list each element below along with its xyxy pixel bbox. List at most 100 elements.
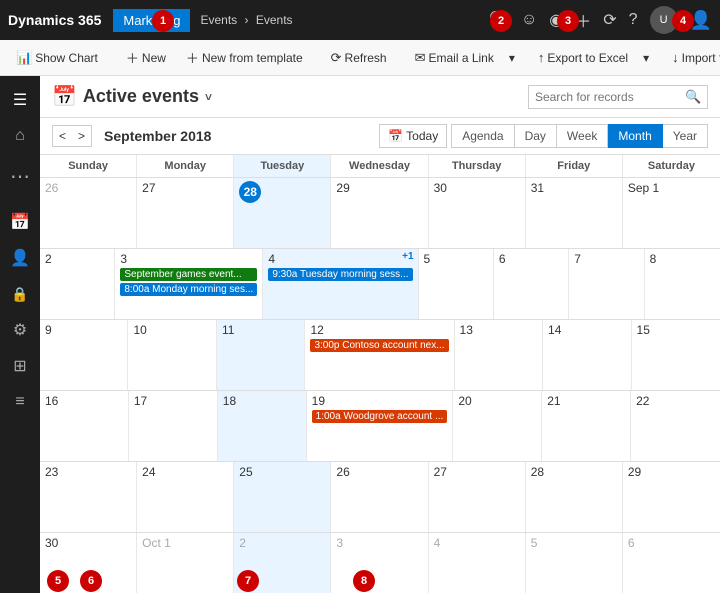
- nav-icons: 🔍 ☺ ◉ ＋ ⟳ ? U 👤: [489, 6, 712, 34]
- search-input[interactable]: [535, 90, 685, 104]
- cal-day-cell[interactable]: 27: [429, 462, 526, 532]
- cal-day-cell[interactable]: 24: [137, 462, 234, 532]
- col-sunday: Sunday: [40, 155, 137, 177]
- calendar-event[interactable]: 8:00a Monday morning ses...: [120, 283, 257, 296]
- import-excel-button[interactable]: ↓ Import from Excel: [664, 46, 720, 69]
- cal-week-row-4: 23242526272829: [40, 462, 720, 533]
- cal-day-cell[interactable]: 191:00a Woodgrove account ...: [307, 391, 454, 461]
- cal-day-cell[interactable]: 26: [331, 462, 428, 532]
- cal-day-cell[interactable]: 20: [453, 391, 542, 461]
- avatar[interactable]: U: [650, 6, 678, 34]
- cal-day-cell[interactable]: 3September games event...8:00a Monday mo…: [115, 249, 263, 319]
- calendar-event[interactable]: 3:00p Contoso account nex...: [310, 339, 448, 352]
- sync-icon[interactable]: ⟳: [603, 10, 616, 30]
- person-icon[interactable]: 👤: [690, 10, 712, 31]
- sidebar-grid[interactable]: ⊞: [4, 350, 36, 382]
- cal-day-cell[interactable]: 2: [234, 533, 331, 593]
- cal-day-number: 26: [45, 181, 131, 195]
- cal-day-number: 10: [133, 323, 210, 337]
- event-badge[interactable]: +1: [402, 251, 413, 262]
- new-button[interactable]: ＋ New: [118, 44, 174, 71]
- calendar-event[interactable]: 1:00a Woodgrove account ...: [312, 410, 448, 423]
- sidebar-lock[interactable]: 🔒: [4, 278, 36, 310]
- cal-day-cell[interactable]: 29: [331, 178, 428, 248]
- import-icon: ↓: [672, 50, 679, 65]
- cal-day-cell[interactable]: 6: [623, 533, 720, 593]
- cal-day-cell[interactable]: 21: [542, 391, 631, 461]
- cal-day-number: 29: [336, 181, 422, 195]
- cal-next-button[interactable]: >: [72, 126, 91, 146]
- view-dropdown-arrow[interactable]: ˅: [205, 90, 212, 104]
- smiley-icon[interactable]: ☺: [521, 11, 537, 29]
- refresh-button[interactable]: ⟳ Refresh: [323, 46, 395, 70]
- cal-day-cell[interactable]: 14: [543, 320, 631, 390]
- tab-year[interactable]: Year: [663, 124, 708, 148]
- sidebar-calendar[interactable]: 📅: [4, 206, 36, 238]
- module-button[interactable]: Marketing: [113, 9, 190, 32]
- export-excel-button[interactable]: ↑ Export to Excel: [530, 46, 636, 69]
- cal-day-cell[interactable]: 6: [494, 249, 569, 319]
- cal-day-cell[interactable]: 5: [526, 533, 623, 593]
- search-icon[interactable]: 🔍: [685, 89, 701, 105]
- cal-day-cell[interactable]: 10: [128, 320, 216, 390]
- cal-day-cell[interactable]: 2: [40, 249, 115, 319]
- cal-day-cell[interactable]: 16: [40, 391, 129, 461]
- calendar-event[interactable]: 9:30a Tuesday morning sess...: [268, 268, 412, 281]
- tab-month[interactable]: Month: [608, 124, 662, 148]
- location-icon[interactable]: ◉: [549, 10, 563, 30]
- email-link-button[interactable]: ✉ Email a Link: [407, 46, 502, 70]
- cal-day-cell[interactable]: 28: [234, 178, 331, 248]
- plus-nav-icon[interactable]: ＋: [575, 8, 591, 32]
- cal-day-cell[interactable]: 27: [137, 178, 234, 248]
- sidebar-dots[interactable]: ⋯: [4, 160, 36, 192]
- cal-day-cell[interactable]: 29: [623, 462, 720, 532]
- cal-day-cell[interactable]: 3: [331, 533, 428, 593]
- sidebar-settings[interactable]: ⚙: [4, 314, 36, 346]
- cal-day-cell[interactable]: 22: [631, 391, 720, 461]
- cal-day-cell[interactable]: 25: [234, 462, 331, 532]
- cal-week-row-0: 26 2728 29 3031 Sep 1: [40, 178, 720, 249]
- cal-day-number: 18: [223, 394, 301, 408]
- cal-day-cell[interactable]: 18: [218, 391, 307, 461]
- cal-day-cell[interactable]: 4+1 9:30a Tuesday morning sess...: [263, 249, 418, 319]
- cal-day-cell[interactable]: 26: [40, 178, 137, 248]
- cal-day-cell[interactable]: 11: [217, 320, 305, 390]
- cal-day-cell[interactable]: 15: [632, 320, 720, 390]
- export-dropdown-arrow[interactable]: ▾: [640, 47, 652, 69]
- cal-day-cell[interactable]: 13: [455, 320, 543, 390]
- cal-day-cell[interactable]: 8: [645, 249, 720, 319]
- tab-week[interactable]: Week: [557, 124, 608, 148]
- cal-day-cell[interactable]: 30: [429, 178, 526, 248]
- cal-day-cell[interactable]: 30: [40, 533, 137, 593]
- cal-day-cell[interactable]: 31: [526, 178, 623, 248]
- cal-day-cell[interactable]: 9: [40, 320, 128, 390]
- show-chart-button[interactable]: 📊 Show Chart: [8, 46, 106, 70]
- cal-day-cell[interactable]: 5: [419, 249, 494, 319]
- tab-agenda[interactable]: Agenda: [451, 124, 514, 148]
- breadcrumb-events1[interactable]: Events: [200, 13, 237, 27]
- cal-today-button[interactable]: 📅 Today: [379, 124, 447, 148]
- cal-day-cell[interactable]: 23: [40, 462, 137, 532]
- search-nav-icon[interactable]: 🔍: [489, 10, 509, 30]
- cal-day-cell[interactable]: 12 3:00p Contoso account nex...: [305, 320, 454, 390]
- sidebar-hamburger[interactable]: ☰: [4, 84, 36, 116]
- sidebar-person[interactable]: 👤: [4, 242, 36, 274]
- sidebar-home[interactable]: ⌂: [4, 120, 36, 152]
- cal-day-cell[interactable]: Oct 1: [137, 533, 234, 593]
- cal-day-cell[interactable]: 7: [569, 249, 644, 319]
- cal-prev-button[interactable]: <: [53, 126, 72, 146]
- sidebar-list[interactable]: ≡: [4, 386, 36, 418]
- calendar-event[interactable]: September games event...: [120, 268, 257, 281]
- cal-day-cell[interactable]: 4: [429, 533, 526, 593]
- question-icon[interactable]: ?: [629, 11, 638, 29]
- cal-day-number: 5: [531, 536, 617, 550]
- email-dropdown-arrow[interactable]: ▾: [506, 47, 518, 69]
- cal-day-cell[interactable]: 28: [526, 462, 623, 532]
- cal-day-cell[interactable]: 17: [129, 391, 218, 461]
- cal-day-number: 4: [268, 252, 412, 266]
- tab-day[interactable]: Day: [515, 124, 557, 148]
- cal-day-number: Sep 1: [628, 181, 715, 195]
- cal-day-cell[interactable]: Sep 1: [623, 178, 720, 248]
- cal-day-number: 12: [310, 323, 448, 337]
- new-from-template-button[interactable]: ＋ New from template: [178, 44, 311, 71]
